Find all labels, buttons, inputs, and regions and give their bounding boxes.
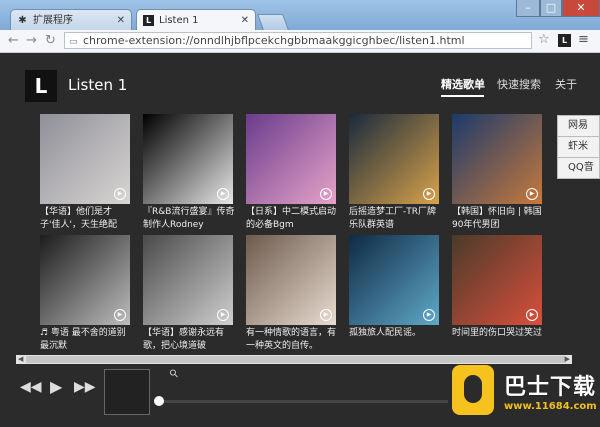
playlist-title[interactable]: ♬ 粤语 最不舍的道别最沉默: [40, 327, 132, 353]
play-circle-icon[interactable]: ▶: [217, 188, 229, 200]
playlist-card[interactable]: ▶ 『R&B流行盛宴』传奇制作人Rodney Jerkins: [143, 114, 235, 232]
next-button[interactable]: ▶▶: [74, 379, 96, 395]
playlist-title[interactable]: 后摇造梦工厂-TR厂牌乐队群英谱: [349, 206, 441, 232]
back-icon[interactable]: ←: [8, 33, 19, 49]
play-circle-icon[interactable]: ▶: [320, 309, 332, 321]
nav-about[interactable]: 关于: [555, 76, 577, 92]
reload-icon[interactable]: ↻: [45, 33, 56, 49]
source-netease[interactable]: 网易: [557, 115, 600, 137]
play-circle-icon[interactable]: ▶: [320, 188, 332, 200]
source-xiami[interactable]: 虾米: [557, 137, 600, 158]
close-window-button[interactable]: ✕: [562, 0, 600, 17]
listen1-icon: L: [143, 15, 154, 26]
watermark-logo: [452, 365, 494, 415]
nav-quick-search[interactable]: 快速搜索: [497, 76, 541, 92]
playlist-title[interactable]: 【华语】他们是才子'佳人'，天生绝配: [40, 206, 132, 232]
play-circle-icon[interactable]: ▶: [423, 188, 435, 200]
progress-knob[interactable]: [154, 396, 164, 406]
address-bar[interactable]: ▭ chrome-extension://onndlhjbflpcekchgbb…: [64, 32, 532, 49]
browser-titlebar: ✱ 扩展程序 ✕ L Listen 1 ✕ – □ ✕: [0, 0, 600, 30]
playlist-cover[interactable]: ▶: [246, 235, 336, 325]
playlist-title[interactable]: 『R&B流行盛宴』传奇制作人Rodney Jerkins: [143, 206, 235, 232]
tab-listen1-label: Listen 1: [159, 15, 199, 26]
watermark-url: www.11684.com: [504, 401, 597, 412]
playlist-cover[interactable]: ▶: [349, 235, 439, 325]
app-logo[interactable]: L: [25, 70, 57, 102]
menu-icon[interactable]: ≡: [578, 32, 589, 47]
playlist-card[interactable]: ▶ 【华语】感谢永远有歌，把心境道破: [143, 235, 235, 353]
tab-extensions[interactable]: ✱ 扩展程序 ✕: [10, 9, 132, 30]
watermark-brand: 巴士下载: [504, 375, 597, 400]
minimize-button[interactable]: –: [516, 0, 540, 17]
page-icon: ▭: [69, 37, 78, 47]
playlist-title[interactable]: 有一种情歌的语言，有一种英文的自传。: [246, 327, 338, 353]
bookmark-star-icon[interactable]: ☆: [538, 32, 550, 47]
play-circle-icon[interactable]: ▶: [114, 309, 126, 321]
playlist-card[interactable]: ▶ 有一种情歌的语言，有一种英文的自传。: [246, 235, 338, 353]
playlist-card[interactable]: ▶ 【日系】中二模式启动的必备Bgm: [246, 114, 338, 232]
source-switcher: 网易 虾米 QQ音: [557, 115, 600, 179]
play-circle-icon[interactable]: ▶: [526, 188, 538, 200]
tab-extensions-label: 扩展程序: [33, 15, 73, 26]
playlist-card[interactable]: ▶ ♬ 粤语 最不舍的道别最沉默: [40, 235, 132, 353]
playlist-cover[interactable]: ▶: [40, 114, 130, 204]
address-text: chrome-extension://onndlhjbflpcekchgbbma…: [83, 34, 465, 47]
playlist-cover[interactable]: ▶: [246, 114, 336, 204]
listen1-extension-icon[interactable]: L: [558, 34, 571, 47]
playlist-cover[interactable]: ▶: [452, 235, 542, 325]
maximize-button[interactable]: □: [540, 0, 562, 17]
new-tab-button[interactable]: [257, 14, 289, 30]
playlist-title[interactable]: 【日系】中二模式启动的必备Bgm: [246, 206, 338, 232]
play-button[interactable]: ▶: [50, 377, 62, 396]
nav-active-indicator: [441, 95, 484, 97]
playlist-card[interactable]: ▶ 孤独旅人配民谣。: [349, 235, 441, 353]
now-playing-cover: [104, 369, 150, 415]
playlist-card[interactable]: ▶ 后摇造梦工厂-TR厂牌乐队群英谱: [349, 114, 441, 232]
tab-close-icon[interactable]: ✕: [117, 10, 125, 30]
play-circle-icon[interactable]: ▶: [114, 188, 126, 200]
tab-close-icon[interactable]: ✕: [241, 10, 249, 30]
forward-icon[interactable]: →: [26, 33, 37, 49]
tab-listen1[interactable]: L Listen 1 ✕: [136, 9, 256, 30]
previous-button[interactable]: ◀◀: [20, 379, 42, 395]
source-qq[interactable]: QQ音: [557, 158, 600, 179]
playlist-cover[interactable]: ▶: [40, 235, 130, 325]
nav-featured-playlists[interactable]: 精选歌单: [441, 76, 485, 92]
progress-track[interactable]: [158, 400, 448, 403]
play-circle-icon[interactable]: ▶: [423, 309, 435, 321]
scroll-left-icon[interactable]: ◀: [18, 355, 23, 364]
playlist-title[interactable]: 时间里的伤口哭过笑过: [452, 327, 544, 353]
play-circle-icon[interactable]: ▶: [526, 309, 538, 321]
app-title: Listen 1: [68, 76, 128, 94]
playlist-cover[interactable]: ▶: [452, 114, 542, 204]
playlist-title[interactable]: 【韩国】怀旧向 | 韩国90年代男团: [452, 206, 544, 232]
play-circle-icon[interactable]: ▶: [217, 309, 229, 321]
link-icon[interactable]: ⚲: [167, 366, 182, 381]
puzzle-icon: ✱: [18, 15, 27, 26]
playlist-card[interactable]: ▶ 时间里的伤口哭过笑过: [452, 235, 544, 353]
browser-toolbar: ← → ↻ ▭ chrome-extension://onndlhjbflpce…: [0, 30, 600, 53]
playlist-cover[interactable]: ▶: [143, 114, 233, 204]
playlist-cover[interactable]: ▶: [349, 114, 439, 204]
playlist-title[interactable]: 【华语】感谢永远有歌，把心境道破: [143, 327, 235, 353]
playlist-title[interactable]: 孤独旅人配民谣。: [349, 327, 441, 353]
playlist-cover[interactable]: ▶: [143, 235, 233, 325]
watermark: 巴士下载 www.11684.com: [446, 357, 600, 427]
playlist-card[interactable]: ▶ 【韩国】怀旧向 | 韩国90年代男团: [452, 114, 544, 232]
playlist-card[interactable]: ▶ 【华语】他们是才子'佳人'，天生绝配: [40, 114, 132, 232]
